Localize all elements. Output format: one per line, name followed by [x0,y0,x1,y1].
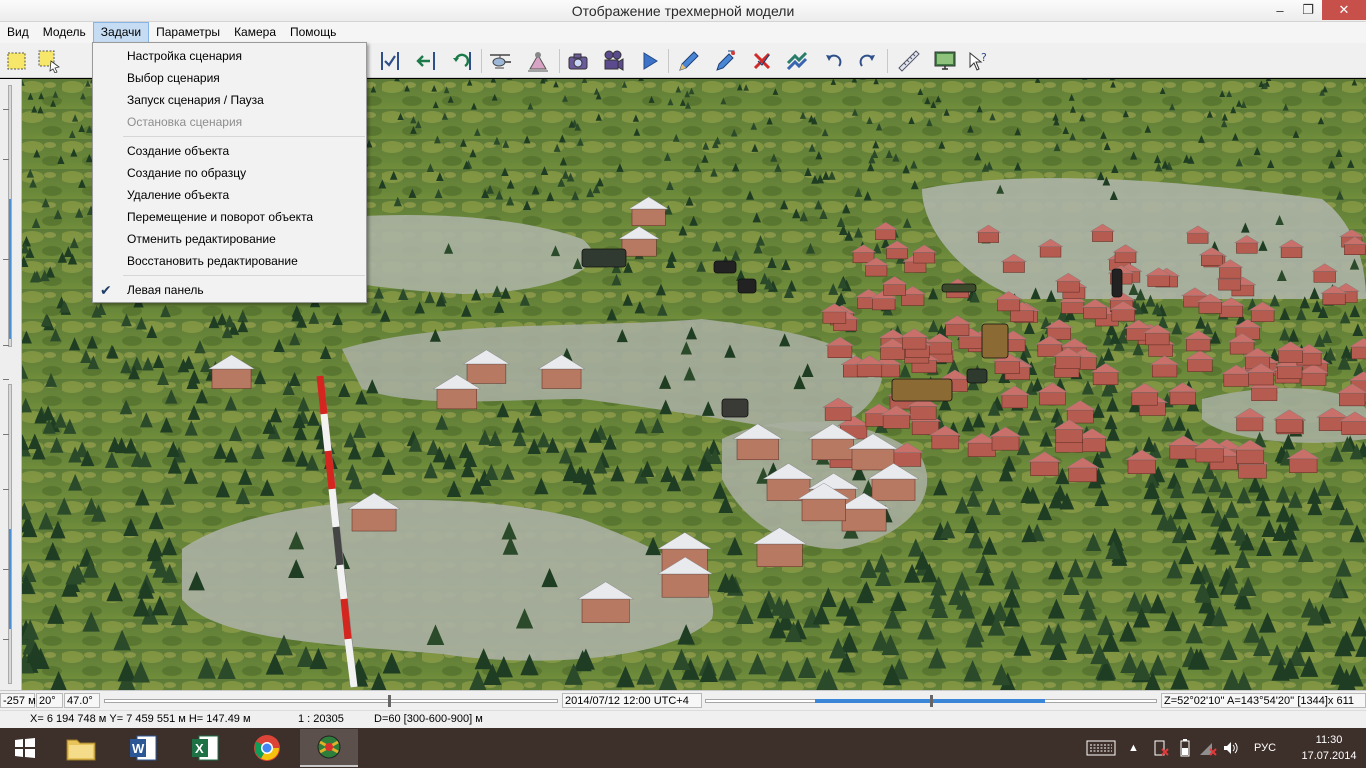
select-icon[interactable] [4,48,30,74]
svg-text:?: ? [981,51,987,64]
maximize-button[interactable]: ❐ [1294,0,1322,20]
left-panel [0,79,22,690]
menu-camera[interactable]: Камера [227,22,283,43]
clock-date: 17.07.2014 [1301,750,1357,762]
menu-scenario-stop: Остановка сценария [127,115,243,129]
taskbar-explorer[interactable] [52,729,110,767]
chrome-icon [254,735,280,761]
redo-icon[interactable] [855,48,881,74]
help-icon[interactable]: ? [966,48,992,74]
angle-readout: 20° [36,693,63,708]
datetime-readout: 2014/07/12 12:00 UTC+4 [562,693,702,708]
windows-logo-icon [15,738,35,758]
menu-scenario-run-pause[interactable]: Запуск сценария / Пауза [94,89,365,111]
folder-icon [66,739,96,761]
distance-readout: D=60 [300-600-900] м [374,713,483,725]
ruler-icon[interactable] [896,48,922,74]
action-center-icon[interactable] [1152,728,1170,768]
menu-delete-object[interactable]: Удаление объекта [94,184,365,206]
undo-icon[interactable] [820,48,846,74]
taskbar-3d-model-app[interactable] [300,729,358,767]
menu-left-panel[interactable]: ✔ Левая панель [94,279,365,301]
tasks-dropdown-menu: Настройка сценария Выбор сценария Запуск… [92,42,367,303]
clock-time: 11:30 [1315,734,1343,746]
coordinates-readout: X= 6 194 748 м Y= 7 459 551 м H= 147.49 … [30,713,251,725]
language-indicator[interactable]: РУС [1254,728,1276,768]
word-icon: W [130,735,157,761]
satellite-view-icon[interactable] [525,48,551,74]
windows-start-button[interactable] [0,729,50,767]
3d-model-app-icon [317,735,341,759]
back-arrow-icon[interactable] [413,48,439,74]
battery-icon[interactable] [1178,728,1192,768]
check-view-icon[interactable] [377,48,403,74]
menu-scenario-setup[interactable]: Настройка сценария [94,45,365,67]
minimize-button[interactable]: – [1266,0,1294,20]
checkmark-icon: ✔ [100,282,112,298]
monitor-icon[interactable] [932,48,958,74]
menu-create-by-sample[interactable]: Создание по образцу [94,162,365,184]
play-icon[interactable] [636,48,662,74]
excel-icon: X [192,735,219,761]
delete-object-icon[interactable] [749,48,775,74]
menu-view[interactable]: Вид [0,22,36,43]
camera-icon[interactable] [565,48,591,74]
time-slider[interactable] [104,694,558,708]
taskbar-word[interactable]: W [114,729,172,767]
keyboard-icon[interactable] [1086,728,1116,768]
status-bar-bottom: X= 6 194 748 м Y= 7 459 551 м H= 147.49 … [0,710,1366,728]
taskbar-chrome[interactable] [238,729,296,767]
orientation-readout: Z=52°02'10'' A=143°54'20'' [1344]x 611 [1161,693,1366,708]
azimuth-slider[interactable] [705,694,1157,708]
menu-create-object[interactable]: Создание объекта [94,140,365,162]
pencil-icon[interactable] [676,48,702,74]
status-bar-top: -257 м 20° 47.0° 2014/07/12 12:00 UTC+4 … [0,690,1366,710]
menu-model[interactable]: Модель [36,22,93,43]
scale-readout: 1 : 20305 [298,713,344,725]
menu-move-rotate-object[interactable]: Перемещение и поворот объекта [94,206,365,228]
select-region-icon[interactable] [36,48,62,74]
close-button[interactable]: ✕ [1322,0,1366,20]
menu-tasks[interactable]: Задачи [92,22,150,43]
menu-undo-edit[interactable]: Отменить редактирование [94,228,365,250]
height-readout: -257 м [0,693,36,708]
pitch-readout: 47.0° [64,693,100,708]
helicopter-icon[interactable] [487,48,513,74]
menu-scenario-select[interactable]: Выбор сценария [94,67,365,89]
title-bar: Отображение трехмерной модели – ❐ ✕ [0,0,1366,22]
menu-bar: Вид Модель Задачи Параметры Камера Помощ… [0,22,1366,43]
taskbar: W X ▲ РУС 11:30 17.07.2014 [0,728,1366,768]
menu-help[interactable]: Помощь [283,22,343,43]
network-icon[interactable] [1198,728,1218,768]
svg-text:W: W [132,741,145,756]
clock[interactable]: 11:30 17.07.2014 [1296,732,1362,764]
rotate-back-icon[interactable] [449,48,475,74]
move-rotate-icon[interactable] [784,48,810,74]
volume-icon[interactable] [1222,728,1240,768]
movie-camera-icon[interactable] [600,48,626,74]
menu-left-panel-label: Левая панель [127,283,204,297]
show-hidden-icons-icon[interactable]: ▲ [1128,728,1139,768]
menu-parameters[interactable]: Параметры [149,22,227,43]
window-title: Отображение трехмерной модели [571,3,795,19]
pencil-copy-icon[interactable] [713,48,739,74]
taskbar-excel[interactable]: X [176,729,234,767]
menu-redo-edit[interactable]: Восстановить редактирование [94,250,365,272]
svg-text:X: X [195,741,204,756]
